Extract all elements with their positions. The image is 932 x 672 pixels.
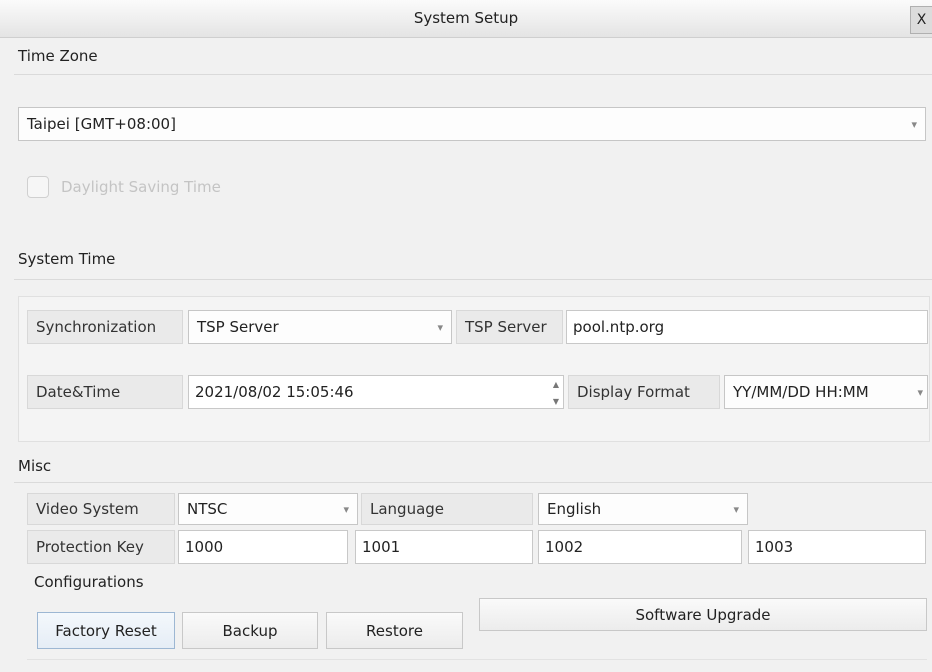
datetime-input[interactable]: 2021/08/02 15:05:46 ▲ ▼ xyxy=(188,375,564,409)
dropdown-arrow-icon: ▾ xyxy=(917,385,923,399)
tsp-server-input[interactable]: pool.ntp.org xyxy=(566,310,928,344)
display-format-label: Display Format xyxy=(568,375,720,409)
daylight-saving-label: Daylight Saving Time xyxy=(61,178,221,196)
language-value: English xyxy=(547,500,602,518)
time-zone-section-label: Time Zone xyxy=(18,47,98,65)
datetime-label: Date&Time xyxy=(27,375,183,409)
datetime-value: 2021/08/02 15:05:46 xyxy=(195,383,354,401)
protection-key-input-1[interactable]: 1000 xyxy=(178,530,348,564)
sync-select[interactable]: TSP Server ▾ xyxy=(188,310,452,344)
dropdown-arrow-icon: ▾ xyxy=(911,117,917,131)
time-zone-value: Taipei [GMT+08:00] xyxy=(27,115,176,133)
sync-value: TSP Server xyxy=(197,318,279,336)
display-format-value: YY/MM/DD HH:MM xyxy=(733,383,869,401)
sync-label: Synchronization xyxy=(27,310,183,344)
dropdown-arrow-icon: ▾ xyxy=(437,320,443,334)
protection-key-label: Protection Key xyxy=(27,530,175,564)
factory-reset-button[interactable]: Factory Reset xyxy=(37,612,175,649)
restore-button[interactable]: Restore xyxy=(326,612,463,649)
divider xyxy=(14,74,932,75)
protection-key-input-3[interactable]: 1002 xyxy=(538,530,742,564)
protection-key-input-4[interactable]: 1003 xyxy=(748,530,926,564)
video-system-label: Video System xyxy=(27,493,175,525)
dropdown-arrow-icon: ▾ xyxy=(733,502,739,516)
tsp-server-label: TSP Server xyxy=(456,310,563,344)
close-button[interactable]: X xyxy=(910,6,932,34)
video-system-select[interactable]: NTSC ▾ xyxy=(178,493,358,525)
window-titlebar: System Setup X xyxy=(0,0,932,38)
divider xyxy=(14,279,932,280)
spinner-icon[interactable]: ▲ ▼ xyxy=(551,380,561,406)
daylight-saving-checkbox[interactable] xyxy=(27,176,49,198)
software-upgrade-button[interactable]: Software Upgrade xyxy=(479,598,927,631)
misc-section-label: Misc xyxy=(18,457,52,475)
video-system-value: NTSC xyxy=(187,500,228,518)
configurations-label: Configurations xyxy=(34,573,144,591)
protection-key-input-2[interactable]: 1001 xyxy=(355,530,533,564)
divider xyxy=(27,659,927,660)
system-time-section-label: System Time xyxy=(18,250,116,268)
time-zone-select[interactable]: Taipei [GMT+08:00] ▾ xyxy=(18,107,926,141)
language-label: Language xyxy=(361,493,533,525)
language-select[interactable]: English ▾ xyxy=(538,493,748,525)
display-format-select[interactable]: YY/MM/DD HH:MM ▾ xyxy=(724,375,928,409)
dropdown-arrow-icon: ▾ xyxy=(343,502,349,516)
divider xyxy=(14,482,932,483)
window-title: System Setup xyxy=(413,9,519,27)
backup-button[interactable]: Backup xyxy=(182,612,318,649)
